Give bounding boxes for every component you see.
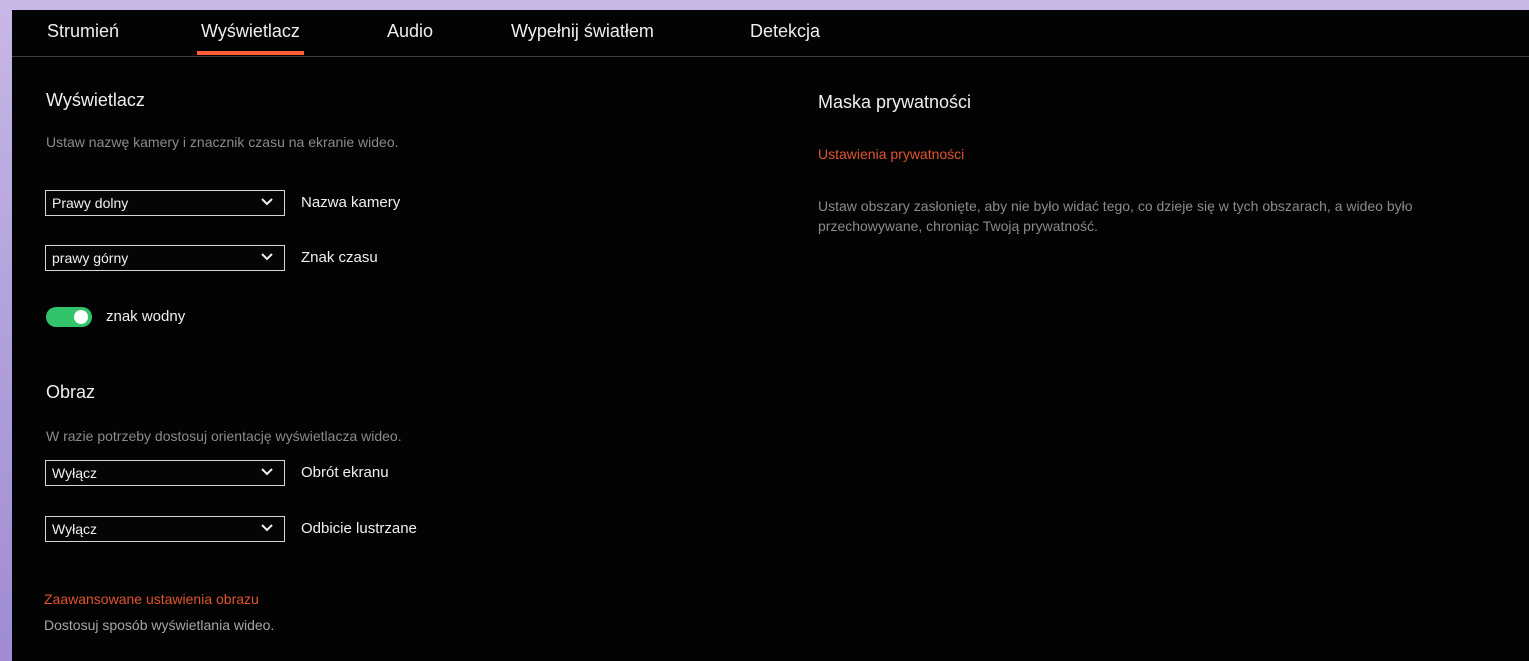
tab-fill-light[interactable]: Wypełnij światłem: [511, 21, 654, 42]
camera-settings-panel: Strumień Wyświetlacz Audio Wypełnij świa…: [12, 10, 1529, 661]
chevron-down-icon: [261, 253, 273, 261]
chevron-down-icon: [261, 468, 273, 476]
screen-rotation-label: Obrót ekranu: [301, 464, 389, 481]
display-section-title: Wyświetlacz: [46, 90, 145, 110]
privacy-mask-title: Maska prywatności: [818, 92, 972, 112]
mirror-label: Odbicie lustrzane: [301, 520, 417, 537]
watermark-label: znak wodny: [106, 308, 186, 325]
mirror-value: Wyłącz: [52, 521, 97, 537]
tab-display[interactable]: Wyświetlacz: [197, 21, 304, 55]
screen-rotation-select[interactable]: Wyłącz: [45, 460, 285, 486]
privacy-settings-link[interactable]: Ustawienia prywatności: [818, 146, 964, 162]
timestamp-label: Znak czasu: [301, 249, 378, 266]
screen-rotation-value: Wyłącz: [52, 465, 97, 481]
tab-bar: Strumień Wyświetlacz Audio Wypełnij świa…: [12, 10, 1529, 57]
display-section-description: Ustaw nazwę kamery i znacznik czasu na e…: [46, 134, 399, 150]
camera-name-position-value: Prawy dolny: [52, 195, 129, 211]
mirror-select[interactable]: Wyłącz: [45, 516, 285, 542]
camera-name-position-select[interactable]: Prawy dolny: [45, 190, 285, 216]
image-section-description: W razie potrzeby dostosuj orientację wyś…: [46, 428, 402, 444]
tab-audio[interactable]: Audio: [387, 21, 433, 42]
advanced-image-settings-description: Dostosuj sposób wyświetlania wideo.: [44, 617, 275, 633]
toggle-knob: [74, 310, 88, 324]
tab-stream[interactable]: Strumień: [47, 21, 119, 42]
chevron-down-icon: [261, 524, 273, 532]
timestamp-position-select[interactable]: prawy górny: [45, 245, 285, 271]
watermark-toggle[interactable]: [46, 307, 92, 327]
advanced-image-settings-link[interactable]: Zaawansowane ustawienia obrazu: [44, 591, 259, 607]
camera-name-label: Nazwa kamery: [301, 194, 401, 211]
privacy-mask-description: Ustaw obszary zasłonięte, aby nie było w…: [818, 198, 1413, 234]
tab-detection[interactable]: Detekcja: [750, 21, 820, 42]
chevron-down-icon: [261, 198, 273, 206]
timestamp-position-value: prawy górny: [52, 250, 129, 266]
image-section-title: Obraz: [46, 382, 96, 402]
